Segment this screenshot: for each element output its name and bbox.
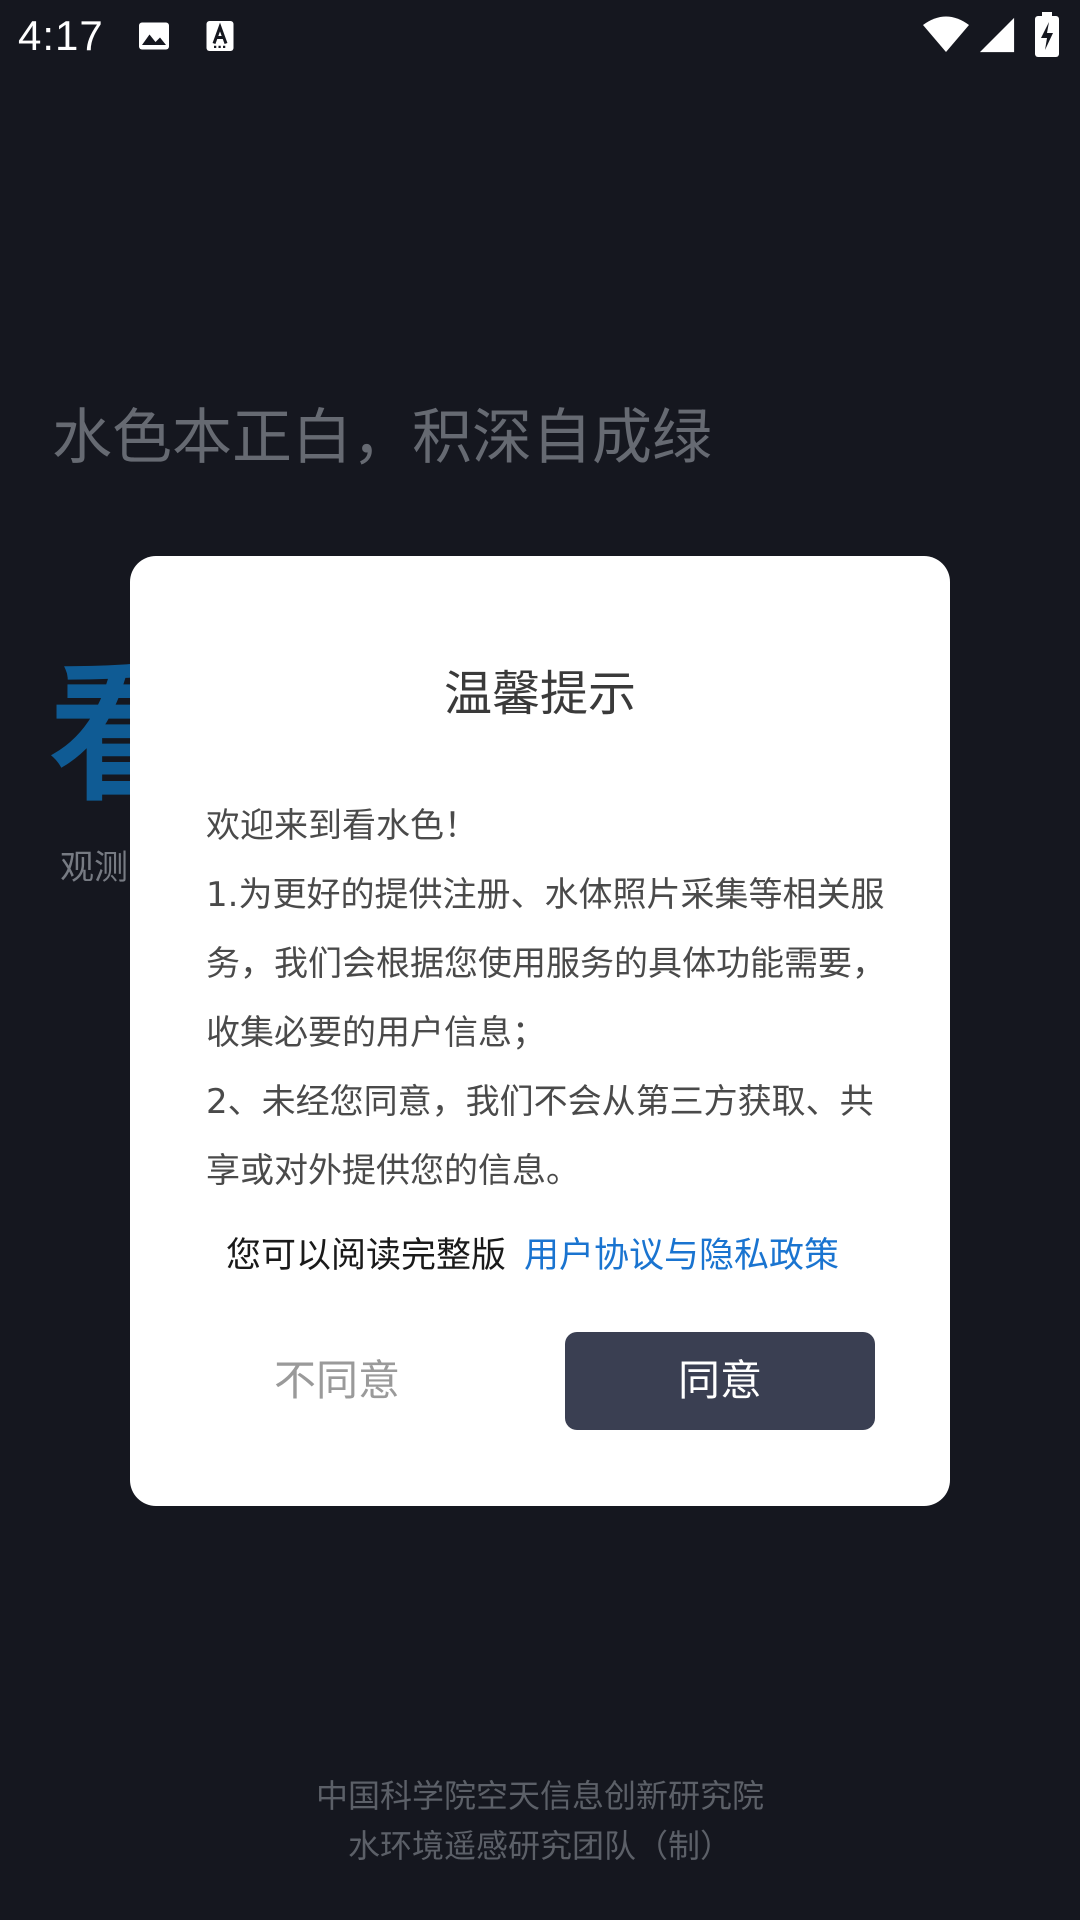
dialog-body-line: 2、未经您同意，我们不会从第三方获取、共享或对外提供您的信息。 bbox=[206, 1082, 874, 1191]
policy-link[interactable]: 用户协议与隐私政策 bbox=[524, 1236, 839, 1276]
read-full-prefix: 您可以阅读完整版 bbox=[226, 1236, 507, 1276]
privacy-dialog: 温馨提示 欢迎来到看水色！ 1.为更好的提供注册、水体照片采集等相关服务，我们会… bbox=[130, 556, 950, 1506]
dialog-title: 温馨提示 bbox=[443, 666, 636, 722]
read-full-notice: 您可以阅读完整版 用户协议与隐私政策 bbox=[226, 1230, 926, 1282]
disagree-button[interactable]: 不同意 bbox=[212, 1332, 462, 1430]
dialog-body: 欢迎来到看水色！ 1.为更好的提供注册、水体照片采集等相关服务，我们会根据您使用… bbox=[206, 792, 896, 1206]
dialog-body-line: 欢迎来到看水色！ bbox=[206, 806, 478, 846]
dialog-body-line: 1.为更好的提供注册、水体照片采集等相关服务，我们会根据您使用服务的具体功能需要… bbox=[206, 875, 886, 1053]
agree-button[interactable]: 同意 bbox=[565, 1332, 875, 1430]
